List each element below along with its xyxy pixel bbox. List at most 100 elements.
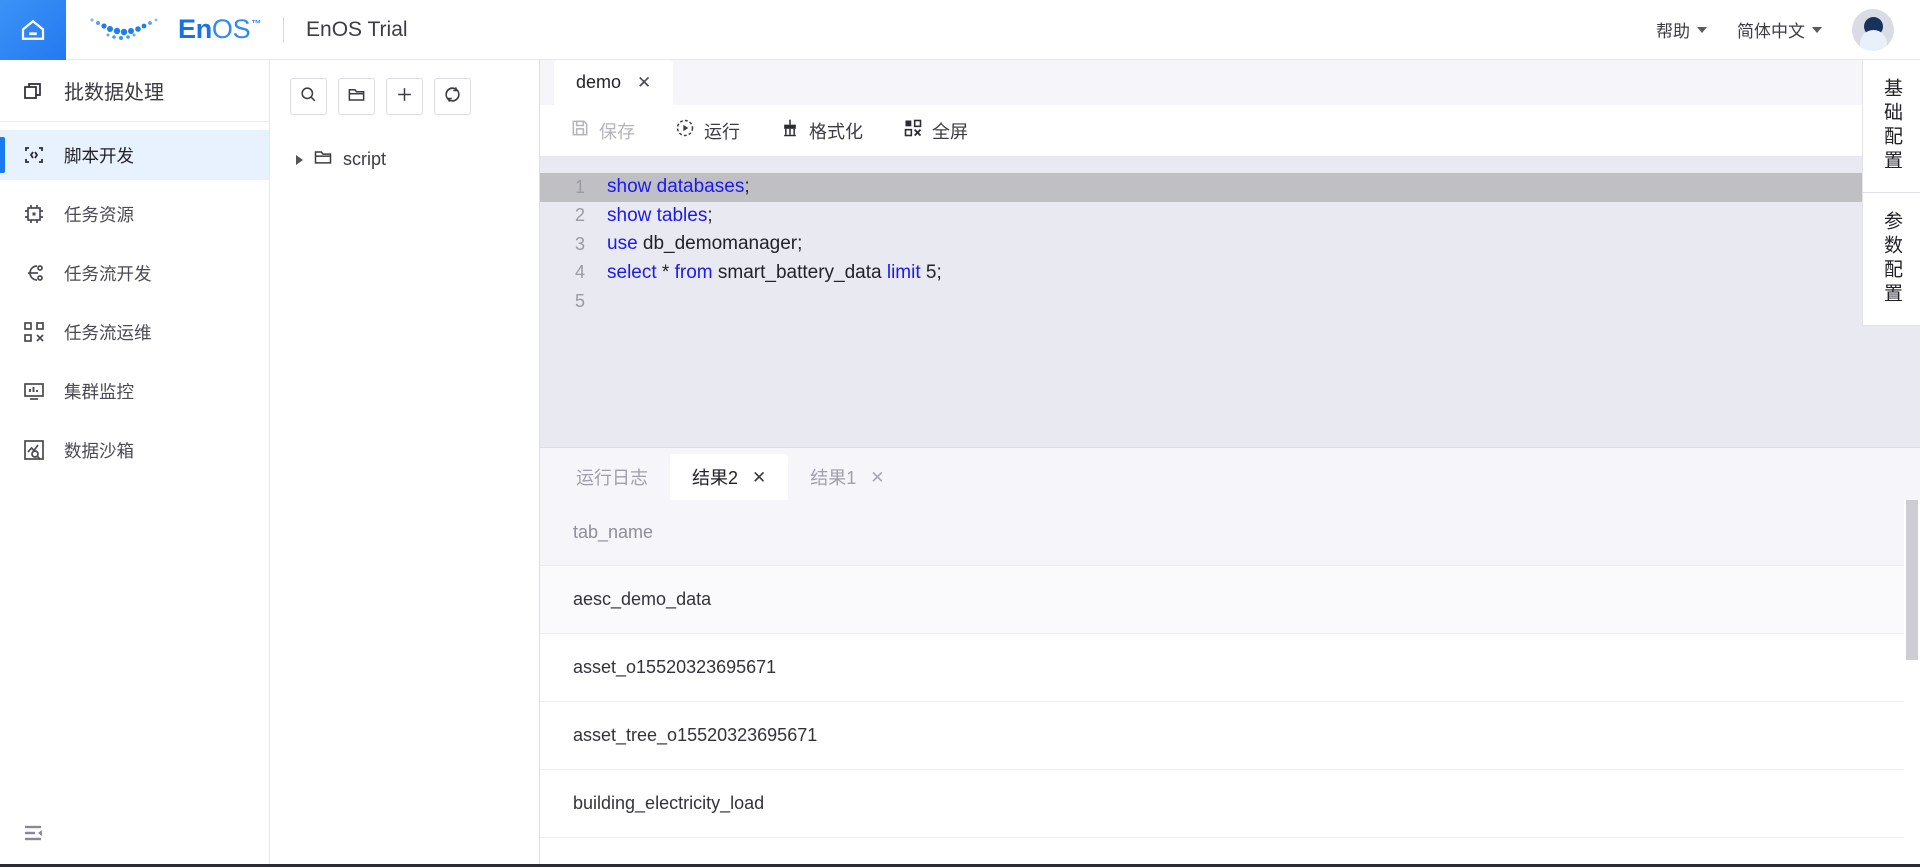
monitor-chart-icon bbox=[22, 379, 46, 403]
app-root: EnOS™ EnOS Trial 帮助 简体中文 bbox=[0, 0, 1920, 867]
chevron-right-icon[interactable] bbox=[296, 155, 303, 165]
sidebar-group-title[interactable]: 批数据处理 bbox=[0, 60, 269, 122]
sidebar-item-flow-ops[interactable]: 任务流运维 bbox=[0, 307, 269, 357]
line-number: 3 bbox=[540, 234, 607, 255]
sidebar-item-label: 任务资源 bbox=[64, 202, 134, 227]
code-text: show databases; bbox=[607, 176, 750, 198]
page-title: EnOS Trial bbox=[306, 18, 408, 42]
format-brush-icon bbox=[780, 118, 800, 143]
sidebar-item-task-resource[interactable]: 任务资源 bbox=[0, 189, 269, 239]
top-bar: EnOS™ EnOS Trial 帮助 简体中文 bbox=[0, 0, 1920, 60]
format-button[interactable]: 格式化 bbox=[780, 118, 863, 144]
results-panel: 运行日志 结果2 ✕ 结果1 ✕ tab_name aesc_dem bbox=[540, 447, 1920, 867]
new-folder-button[interactable] bbox=[338, 78, 375, 115]
sidebar-item-cluster-monitor[interactable]: 集群监控 bbox=[0, 366, 269, 416]
brand-en: En bbox=[178, 14, 212, 45]
file-tree: script bbox=[270, 115, 539, 178]
table-header-row: tab_name bbox=[540, 500, 1920, 566]
file-tree-item-script[interactable]: script bbox=[270, 141, 539, 178]
line-number: 5 bbox=[540, 291, 607, 312]
tab-label: 结果2 bbox=[692, 464, 738, 490]
home-button[interactable] bbox=[0, 0, 66, 60]
sidebar-item-label: 任务流开发 bbox=[64, 261, 152, 286]
avatar-body bbox=[1860, 30, 1887, 51]
save-button[interactable]: 保存 bbox=[570, 118, 635, 144]
chevron-down-icon bbox=[1697, 27, 1707, 33]
file-tree-item-label: script bbox=[343, 149, 386, 170]
folder-icon bbox=[313, 147, 333, 172]
close-icon[interactable]: ✕ bbox=[637, 74, 651, 91]
save-icon bbox=[570, 118, 590, 143]
code-line: 2 show tables; bbox=[540, 202, 1920, 231]
code-line: 1 show databases; bbox=[540, 173, 1920, 202]
file-panel: script bbox=[270, 60, 540, 867]
code-text: show tables; bbox=[607, 205, 713, 227]
line-number: 1 bbox=[540, 177, 607, 198]
fullscreen-button[interactable]: 全屏 bbox=[903, 118, 968, 144]
app-body: 批数据处理 脚本开发 bbox=[0, 60, 1920, 867]
results-tab-strip: 运行日志 结果2 ✕ 结果1 ✕ bbox=[540, 448, 1920, 500]
close-icon[interactable]: ✕ bbox=[752, 469, 766, 486]
help-menu[interactable]: 帮助 bbox=[1656, 17, 1707, 42]
sidebar-item-data-sandbox[interactable]: 数据沙箱 bbox=[0, 425, 269, 475]
table-row[interactable]: asset_tree_o15520323695671 bbox=[540, 702, 1920, 770]
sidebar-item-label: 脚本开发 bbox=[64, 143, 134, 168]
results-table: tab_name aesc_demo_data asset_o155203236… bbox=[540, 500, 1920, 867]
file-panel-toolbar bbox=[270, 60, 539, 115]
brand-tm: ™ bbox=[251, 19, 261, 30]
language-menu[interactable]: 简体中文 bbox=[1737, 17, 1822, 42]
code-line: 3 use db_demomanager; bbox=[540, 230, 1920, 259]
refresh-button[interactable] bbox=[434, 78, 471, 115]
flow-branch-icon bbox=[22, 261, 46, 285]
code-text: use db_demomanager; bbox=[607, 233, 802, 255]
help-menu-label: 帮助 bbox=[1656, 17, 1690, 42]
results-scrollbar[interactable] bbox=[1904, 500, 1920, 867]
code-text: select * from smart_battery_data limit 5… bbox=[607, 262, 942, 284]
close-icon[interactable]: ✕ bbox=[870, 469, 884, 486]
tab-result-2[interactable]: 结果2 ✕ bbox=[670, 454, 788, 500]
editor-toolbar: 保存 运行 bbox=[540, 105, 1920, 157]
language-menu-label: 简体中文 bbox=[1737, 17, 1805, 42]
layers-icon bbox=[22, 79, 46, 103]
tab-run-log[interactable]: 运行日志 bbox=[554, 454, 670, 500]
home-icon bbox=[18, 15, 48, 45]
new-file-button[interactable] bbox=[386, 78, 423, 115]
sidebar-collapse-button[interactable] bbox=[0, 803, 269, 867]
code-line: 4 select * from smart_battery_data limit… bbox=[540, 259, 1920, 288]
editor-column: demo ✕ 保存 bbox=[540, 60, 1920, 867]
editor-tab-strip: demo ✕ bbox=[540, 60, 1920, 105]
results-scrollbar-thumb[interactable] bbox=[1906, 500, 1918, 660]
tab-basic-config[interactable]: 基础配置 bbox=[1862, 60, 1920, 193]
plus-icon bbox=[395, 85, 414, 109]
chip-icon bbox=[22, 202, 46, 226]
table-row[interactable]: asset_o15520323695671 bbox=[540, 634, 1920, 702]
code-brackets-icon bbox=[22, 143, 46, 167]
search-button[interactable] bbox=[290, 78, 327, 115]
tab-basic-config-label: 基础配置 bbox=[1878, 78, 1905, 174]
sidebar-item-script-dev[interactable]: 脚本开发 bbox=[0, 130, 269, 180]
sidebar-item-flow-dev[interactable]: 任务流开发 bbox=[0, 248, 269, 298]
flow-nodes-icon bbox=[22, 320, 46, 344]
avatar[interactable] bbox=[1852, 9, 1894, 51]
code-editor[interactable]: 1 show databases; 2 show tables; 3 use d… bbox=[540, 157, 1920, 447]
folder-icon bbox=[347, 85, 366, 109]
fullscreen-icon bbox=[903, 118, 923, 143]
run-button[interactable]: 运行 bbox=[675, 118, 740, 144]
fullscreen-button-label: 全屏 bbox=[932, 118, 968, 144]
brand-divider bbox=[283, 17, 284, 43]
line-number: 4 bbox=[540, 262, 607, 283]
brand-wordmark: EnOS™ bbox=[178, 14, 261, 45]
sidebar-item-label: 集群监控 bbox=[64, 379, 134, 404]
brand: EnOS™ EnOS Trial bbox=[88, 14, 408, 45]
tab-result-1[interactable]: 结果1 ✕ bbox=[788, 454, 906, 500]
save-button-label: 保存 bbox=[599, 118, 635, 144]
tab-parameter-config[interactable]: 参数配置 bbox=[1862, 193, 1920, 326]
editor-tab-demo[interactable]: demo ✕ bbox=[554, 60, 673, 105]
line-number: 2 bbox=[540, 205, 607, 226]
table-row[interactable]: building_electricity_load bbox=[540, 770, 1920, 838]
run-button-label: 运行 bbox=[704, 118, 740, 144]
table-row[interactable]: aesc_demo_data bbox=[540, 566, 1920, 634]
chevron-down-icon bbox=[1812, 27, 1822, 33]
tab-label: 运行日志 bbox=[576, 464, 648, 490]
code-line: 5 bbox=[540, 287, 1920, 316]
